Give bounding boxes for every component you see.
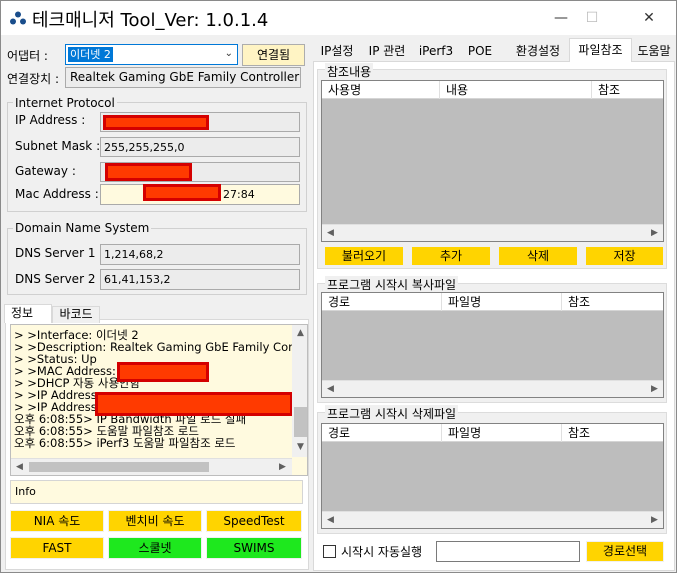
connect-button[interactable]: 연결됨 [242, 44, 305, 66]
tab-preferences[interactable]: 환경설정 [508, 41, 568, 61]
tab-info[interactable]: 정보 [4, 304, 52, 323]
column-header[interactable]: 참조 [562, 293, 663, 311]
copy-files-header: 경로 파일명 참조 [322, 293, 663, 311]
log-vertical-scrollbar[interactable]: ▲ ▼ [292, 325, 307, 457]
mac-address-suffix: 27:84 [223, 188, 255, 201]
scroll-thumb[interactable] [29, 462, 209, 472]
copy-files-listview[interactable]: 경로 파일명 참조 ◀ ▶ [321, 292, 664, 398]
ip-address-redaction [103, 115, 209, 130]
log-ip-redaction [95, 392, 293, 416]
mac-address-label: Mac Address : [15, 187, 99, 201]
log-line: 오후 6:08:55> iPerf3 도움말 파일참조 로드 [14, 436, 236, 450]
column-header[interactable]: 파일명 [442, 424, 562, 442]
scroll-left-icon[interactable]: ◀ [322, 225, 339, 242]
dns1-label: DNS Server 1 : [15, 246, 104, 260]
column-header[interactable]: 경로 [322, 293, 442, 311]
info-field: Info [10, 480, 303, 504]
fast-button[interactable]: FAST [10, 537, 104, 559]
reference-title: 참조내용 [325, 63, 374, 80]
delete-files-title: 프로그램 시작시 삭제파일 [325, 405, 459, 422]
mac-address-redaction [143, 184, 221, 201]
gateway-redaction [105, 163, 192, 181]
tab-file-reference[interactable]: 파일참조 [569, 38, 632, 62]
tab-ip-related[interactable]: IP 관련 [362, 41, 412, 61]
dns2-label: DNS Server 2 : [15, 272, 104, 286]
internet-protocol-title: Internet Protocol [13, 96, 117, 110]
dns2-field: 61,41,153,2 [100, 269, 300, 290]
add-button[interactable]: 추가 [411, 246, 491, 266]
scroll-right-icon[interactable]: ▶ [646, 512, 663, 529]
load-button[interactable]: 불러오기 [324, 246, 404, 266]
column-header[interactable]: 내용 [440, 81, 592, 99]
delete-files-listview[interactable]: 경로 파일명 참조 ◀ ▶ [321, 423, 664, 529]
column-header[interactable]: 파일명 [442, 293, 562, 311]
log-horizontal-scrollbar[interactable]: ◀ ▶ [11, 458, 292, 475]
device-field: Realtek Gaming GbE Family Controller [65, 67, 301, 88]
benchbee-speed-button[interactable]: 벤치비 속도 [108, 510, 202, 532]
scroll-down-icon[interactable]: ▼ [292, 439, 307, 456]
column-header[interactable]: 경로 [322, 424, 442, 442]
app-window: 테크매니저 Tool_Ver: 1.0.1.4 — ☐ ✕ 어댑터 : 이더넷 … [0, 0, 677, 573]
window-title: 테크매니저 Tool_Ver: 1.0.1.4 [32, 10, 269, 31]
tab-poe[interactable]: POE [461, 41, 499, 61]
scroll-right-icon[interactable]: ▶ [274, 459, 291, 475]
nia-speed-button[interactable]: NIA 속도 [10, 510, 104, 532]
delete-files-header: 경로 파일명 참조 [322, 424, 663, 442]
delete-button[interactable]: 삭제 [498, 246, 578, 266]
dns-title: Domain Name System [13, 221, 152, 235]
dns1-field: 1,214,68,2 [100, 244, 300, 265]
title-bar: 테크매니저 Tool_Ver: 1.0.1.4 — ☐ ✕ [1, 1, 676, 35]
subnet-mask-label: Subnet Mask : [15, 139, 101, 153]
adapter-label: 어댑터 : [7, 49, 48, 63]
tab-help[interactable]: 도움말 [632, 41, 676, 61]
tab-ip-settings[interactable]: IP설정 [316, 41, 358, 61]
adapter-selected-value: 이더넷 2 [68, 47, 113, 62]
delete-files-horizontal-scrollbar[interactable]: ◀ ▶ [322, 511, 663, 528]
close-button[interactable]: ✕ [626, 1, 672, 35]
tab-iperf3[interactable]: iPerf3 [414, 41, 458, 61]
reference-listview[interactable]: 사용명 내용 참조 ◀ ▶ [321, 80, 664, 242]
reference-horizontal-scrollbar[interactable]: ◀ ▶ [322, 224, 663, 241]
scroll-left-icon[interactable]: ◀ [322, 381, 339, 398]
scroll-right-icon[interactable]: ▶ [646, 381, 663, 398]
column-header[interactable]: 참조 [592, 81, 663, 99]
copy-files-title: 프로그램 시작시 복사파일 [325, 276, 459, 293]
autorun-checkbox[interactable] [323, 545, 336, 558]
adapter-select[interactable]: 이더넷 2 ⌄ [65, 44, 238, 65]
autorun-label: 시작시 자동실행 [341, 545, 423, 559]
tab-barcode[interactable]: 바코드 [52, 306, 100, 323]
copy-files-horizontal-scrollbar[interactable]: ◀ ▶ [322, 380, 663, 397]
scroll-left-icon[interactable]: ◀ [322, 512, 339, 529]
device-label: 연결장치 : [7, 72, 60, 86]
column-header[interactable]: 참조 [562, 424, 663, 442]
column-header[interactable]: 사용명 [322, 81, 440, 99]
scroll-right-icon[interactable]: ▶ [646, 225, 663, 242]
log-textbox[interactable]: > >Interface: 이더넷 2 > >Description: Real… [10, 324, 308, 476]
autorun-path-input[interactable] [436, 541, 580, 562]
ip-address-label: IP Address : [15, 113, 86, 127]
swims-button[interactable]: SWIMS [206, 537, 302, 559]
select-path-button[interactable]: 경로선택 [586, 541, 664, 562]
save-button[interactable]: 저장 [585, 246, 664, 266]
maximize-button[interactable]: ☐ [569, 1, 615, 35]
speedtest-button[interactable]: SpeedTest [206, 510, 302, 532]
schoolnet-button[interactable]: 스쿨넷 [108, 537, 202, 559]
app-logo-icon [10, 11, 26, 25]
scroll-left-icon[interactable]: ◀ [11, 459, 28, 475]
log-mac-redaction [117, 362, 209, 382]
gateway-label: Gateway : [15, 164, 76, 178]
scroll-up-icon[interactable]: ▲ [292, 325, 307, 342]
chevron-down-icon: ⌄ [224, 48, 233, 59]
subnet-mask-field: 255,255,255,0 [100, 137, 300, 157]
reference-header: 사용명 내용 참조 [322, 81, 663, 99]
scroll-thumb[interactable] [294, 407, 307, 437]
